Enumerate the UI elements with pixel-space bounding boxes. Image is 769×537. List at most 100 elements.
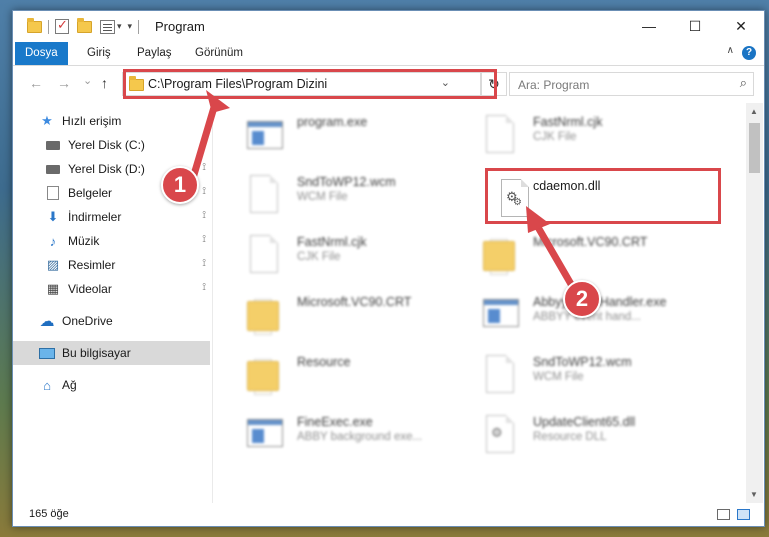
file-name: FastNrml.cjk bbox=[297, 235, 367, 249]
close-button[interactable]: ✕ bbox=[718, 11, 764, 41]
minimize-button[interactable]: — bbox=[626, 11, 672, 41]
view-options-icon[interactable] bbox=[100, 19, 115, 34]
download-icon: ⬇ bbox=[47, 209, 59, 224]
details-view-icon[interactable] bbox=[717, 509, 730, 520]
pictures-icon: ▨ bbox=[46, 257, 60, 272]
pin-icon[interactable]: ⟟ bbox=[202, 258, 206, 269]
exe-icon bbox=[247, 113, 283, 155]
network-icon: ⌂ bbox=[43, 377, 51, 393]
sidebar-item-label: Hızlı erişim bbox=[62, 114, 122, 128]
help-icon[interactable]: ? bbox=[742, 46, 756, 60]
tab-file[interactable]: Dosya bbox=[15, 42, 68, 65]
file-item[interactable]: Resource bbox=[232, 349, 472, 409]
sidebar-item-label: Yerel Disk (C:) bbox=[68, 138, 145, 152]
properties-check-icon[interactable] bbox=[55, 17, 69, 34]
window-title: Program bbox=[155, 19, 205, 34]
vertical-scrollbar[interactable]: ▲ ▼ bbox=[746, 103, 763, 503]
pin-icon[interactable]: ⟟ bbox=[202, 162, 206, 173]
maximize-button[interactable]: ☐ bbox=[672, 11, 718, 41]
sidebar-item-onedrive[interactable]: ☁ OneDrive bbox=[13, 309, 210, 333]
sidebar-item-music[interactable]: ♪ Müzik ⟟ bbox=[13, 229, 210, 253]
file-item[interactable]: Microsoft.VC90.CRT bbox=[232, 289, 472, 349]
sidebar-item-label: Bu bilgisayar bbox=[62, 346, 131, 360]
file-name: Resource bbox=[297, 355, 351, 369]
qa-dropdown-icon[interactable]: ▾ bbox=[117, 21, 122, 32]
scrollbar-thumb[interactable] bbox=[749, 123, 760, 173]
item-count: 165 öğe bbox=[29, 508, 69, 520]
sidebar-item-label: Müzik bbox=[68, 234, 100, 248]
file-type: WCM File bbox=[297, 191, 348, 203]
back-button[interactable]: ← bbox=[29, 75, 43, 91]
sidebar-item-quick-access[interactable]: ★ Hızlı erişim bbox=[13, 109, 210, 133]
cloud-icon: ☁ bbox=[39, 313, 55, 330]
computer-icon bbox=[39, 346, 55, 360]
sidebar-item-this-pc[interactable]: Bu bilgisayar bbox=[13, 341, 210, 365]
navigation-bar: ← → ⌄ ↑ C:\Program Files\Program Dizini … bbox=[13, 67, 764, 101]
ribbon-tabs: Dosya Giriş Paylaş Görünüm ∧ ? bbox=[13, 42, 764, 66]
sidebar-item-network[interactable]: ⌂ Ağ bbox=[13, 373, 210, 397]
callout-badge-1: 1 bbox=[161, 166, 199, 204]
star-icon: ★ bbox=[41, 113, 53, 128]
file-name: FineExec.exe bbox=[297, 415, 373, 429]
highlight-file-box bbox=[485, 168, 721, 224]
file-icon bbox=[483, 113, 517, 155]
file-name: FastNrml.cjk bbox=[533, 115, 603, 129]
callout-badge-2: 2 bbox=[563, 280, 601, 318]
up-button[interactable]: ↑ bbox=[101, 75, 108, 91]
file-icon bbox=[483, 353, 517, 395]
sidebar-item-label: Ağ bbox=[62, 378, 77, 392]
file-name: program.exe bbox=[297, 115, 368, 129]
file-item[interactable]: program.exe bbox=[232, 109, 472, 169]
file-item[interactable]: SndToWP12.wcm WCM File bbox=[468, 349, 708, 409]
pin-icon[interactable]: ⟟ bbox=[202, 282, 206, 293]
pin-icon[interactable]: ⟟ bbox=[202, 186, 206, 197]
sidebar-item-downloads[interactable]: ⬇ İndirmeler ⟟ bbox=[13, 205, 210, 229]
exe-icon bbox=[247, 413, 283, 455]
divider bbox=[138, 19, 140, 34]
pin-icon[interactable]: ⟟ bbox=[202, 210, 206, 221]
file-name: SndToWP12.wcm bbox=[297, 175, 396, 189]
sidebar-item-label: Belgeler bbox=[68, 186, 113, 200]
sidebar-item-label: Resimler bbox=[68, 258, 116, 272]
file-icon bbox=[247, 173, 281, 215]
drive-icon bbox=[45, 162, 61, 176]
sidebar-item-label: İndirmeler bbox=[68, 210, 122, 224]
sidebar-item-pictures[interactable]: ▨ Resimler ⟟ bbox=[13, 253, 210, 277]
file-item[interactable]: FastNrml.cjk CJK File bbox=[232, 229, 472, 289]
large-icons-view-icon[interactable] bbox=[737, 509, 750, 520]
new-folder-icon[interactable] bbox=[77, 17, 92, 33]
tab-home[interactable]: Giriş bbox=[77, 42, 121, 65]
file-item[interactable]: SndToWP12.wcm WCM File bbox=[232, 169, 472, 229]
pin-icon[interactable]: ⟟ bbox=[202, 234, 206, 245]
tab-share[interactable]: Paylaş bbox=[127, 42, 182, 65]
file-type: Resource DLL bbox=[533, 431, 607, 443]
divider bbox=[48, 19, 49, 34]
ribbon-collapse-icon[interactable]: ∧ bbox=[727, 45, 734, 56]
search-placeholder[interactable]: Ara: Program bbox=[518, 78, 589, 92]
scroll-up-icon[interactable]: ▲ bbox=[750, 107, 758, 116]
customize-toolbar-icon[interactable]: ▾ bbox=[128, 21, 133, 32]
file-name: Microsoft.VC90.CRT bbox=[533, 235, 648, 249]
exe-icon bbox=[483, 293, 519, 335]
file-name: UpdateClient65.dll bbox=[533, 415, 636, 429]
file-list: program.exe FastNrml.cjk CJK File SndToW… bbox=[218, 103, 748, 503]
search-icon[interactable]: ⌕ bbox=[740, 75, 747, 91]
file-type: CJK File bbox=[533, 131, 577, 143]
file-name: Microsoft.VC90.CRT bbox=[297, 295, 412, 309]
file-item[interactable]: ⚙ UpdateClient65.dll Resource DLL bbox=[468, 409, 708, 469]
sidebar-item-videos[interactable]: ▦ Videolar ⟟ bbox=[13, 277, 210, 301]
file-icon bbox=[247, 233, 281, 275]
sidebar-item-disk-c[interactable]: Yerel Disk (C:) 📌 bbox=[13, 133, 210, 157]
tab-view[interactable]: Görünüm bbox=[185, 42, 253, 65]
recent-locations-button[interactable]: ⌄ bbox=[83, 74, 92, 87]
file-item[interactable]: FineExec.exe ABBY background exe... bbox=[232, 409, 472, 469]
folder-icon bbox=[247, 293, 281, 335]
file-type: CJK File bbox=[297, 251, 341, 263]
search-box[interactable]: Ara: Program ⌕ bbox=[509, 72, 754, 96]
forward-button[interactable]: → bbox=[57, 75, 71, 91]
status-bar: 165 öğe bbox=[13, 503, 764, 526]
file-type: ABBY background exe... bbox=[297, 431, 423, 443]
sidebar-item-label: Yerel Disk (D:) bbox=[68, 162, 145, 176]
file-item[interactable]: FastNrml.cjk CJK File bbox=[468, 109, 708, 169]
scroll-down-icon[interactable]: ▼ bbox=[750, 490, 758, 499]
